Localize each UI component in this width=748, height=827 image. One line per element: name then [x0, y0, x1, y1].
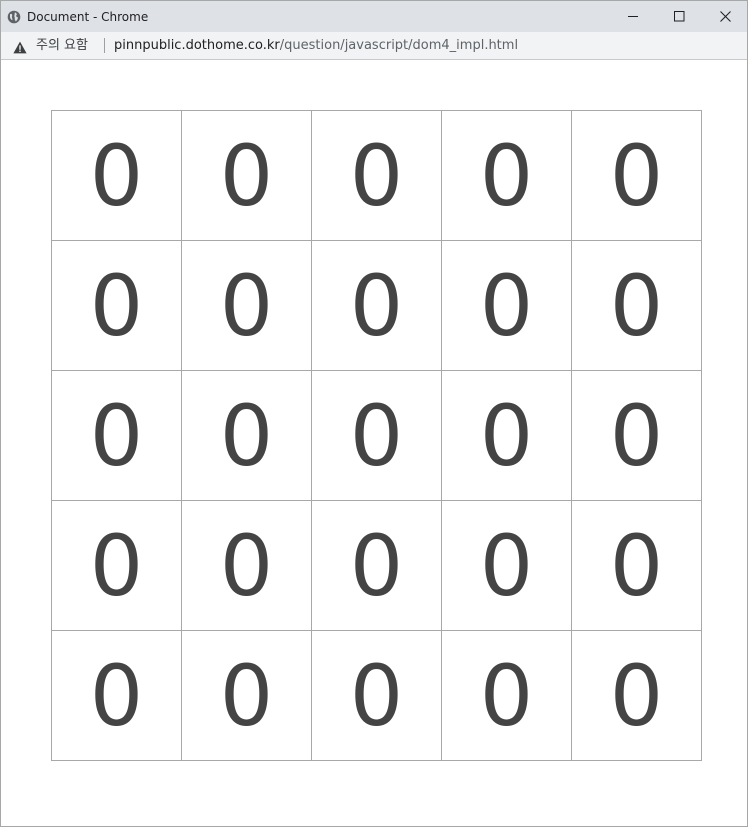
warning-icon[interactable]	[13, 39, 27, 54]
security-status-label[interactable]: 주의 요함	[36, 37, 88, 54]
grid-cell[interactable]: 0	[311, 630, 442, 761]
grid-cell[interactable]: 0	[441, 110, 572, 241]
url-host: pinnpublic.dothome.co.kr	[114, 38, 280, 53]
address-divider	[104, 38, 105, 53]
grid-cell[interactable]: 0	[571, 370, 702, 501]
url-path: /question/javascript/dom4_impl.html	[279, 38, 519, 53]
maximize-button[interactable]	[656, 1, 702, 32]
grid-cell[interactable]: 0	[51, 370, 182, 501]
title-bar[interactable]: Document - Chrome	[1, 1, 747, 32]
grid-row: 0 0 0 0 0	[51, 240, 702, 371]
address-bar[interactable]: 주의 요함 pinnpublic.dothome.co.kr/question/…	[1, 32, 747, 60]
grid-cell[interactable]: 0	[441, 370, 572, 501]
grid-cell[interactable]: 0	[181, 110, 312, 241]
grid-cell[interactable]: 0	[571, 240, 702, 371]
grid-row: 0 0 0 0 0	[51, 110, 702, 241]
grid-cell[interactable]: 0	[441, 240, 572, 371]
grid-row: 0 0 0 0 0	[51, 370, 702, 501]
grid-cell[interactable]: 0	[311, 240, 442, 371]
close-icon	[719, 7, 731, 26]
grid-cell[interactable]: 0	[311, 110, 442, 241]
grid-cell[interactable]: 0	[181, 630, 312, 761]
minimize-button[interactable]	[610, 1, 656, 32]
minimize-icon	[627, 7, 639, 26]
maximize-icon	[673, 7, 685, 26]
grid-cell[interactable]: 0	[181, 500, 312, 631]
number-grid: 0 0 0 0 0 0 0 0 0 0 0 0 0 0 0 0 0 0 0 0 …	[51, 110, 702, 761]
grid-cell[interactable]: 0	[51, 240, 182, 371]
grid-cell[interactable]: 0	[311, 500, 442, 631]
grid-cell[interactable]: 0	[51, 110, 182, 241]
grid-cell[interactable]: 0	[441, 500, 572, 631]
grid-row: 0 0 0 0 0	[51, 500, 702, 631]
grid-cell[interactable]: 0	[181, 240, 312, 371]
globe-icon	[7, 9, 21, 24]
grid-cell[interactable]: 0	[571, 500, 702, 631]
page-content: 0 0 0 0 0 0 0 0 0 0 0 0 0 0 0 0 0 0 0 0 …	[1, 60, 747, 826]
grid-row: 0 0 0 0 0	[51, 630, 702, 761]
grid-cell[interactable]: 0	[311, 370, 442, 501]
url-text[interactable]: pinnpublic.dothome.co.kr/question/javasc…	[114, 37, 518, 54]
grid-cell[interactable]: 0	[571, 630, 702, 761]
grid-cell[interactable]: 0	[51, 500, 182, 631]
grid-cell[interactable]: 0	[441, 630, 572, 761]
grid-cell[interactable]: 0	[571, 110, 702, 241]
grid-cell[interactable]: 0	[51, 630, 182, 761]
browser-window: Document - Chrome 주의 요함 pinnpublic.dotho…	[0, 0, 748, 827]
window-title: Document - Chrome	[27, 10, 149, 24]
close-button[interactable]	[702, 1, 747, 32]
grid-cell[interactable]: 0	[181, 370, 312, 501]
